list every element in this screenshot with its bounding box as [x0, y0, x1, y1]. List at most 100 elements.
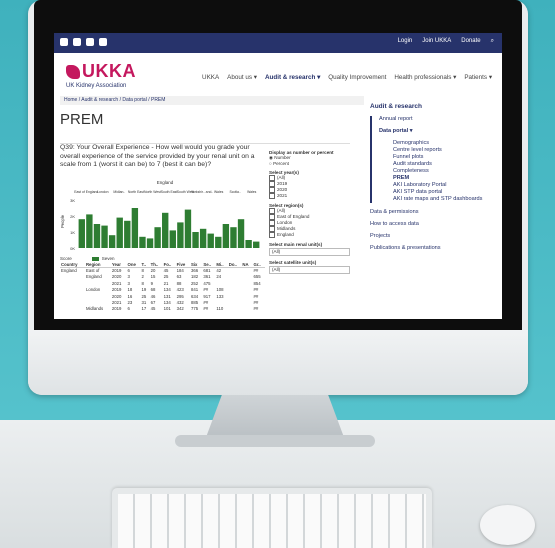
sidebar-subitem-prem[interactable]: PREM [393, 175, 495, 182]
main-nav: UKKA About us ▾ Audit & research ▾ Quali… [202, 74, 492, 81]
mouse [480, 505, 535, 545]
site-logo[interactable]: UKKA UK Kidney Association [66, 61, 136, 89]
chart-bar [237, 219, 245, 248]
sidebar-item-publications[interactable]: Publications & presentations [370, 245, 495, 251]
chart-bar [146, 238, 154, 248]
donate-link[interactable]: Donate [461, 38, 480, 45]
sidebar: Audit & research Annual report Data port… [370, 103, 495, 257]
table-cell [228, 268, 242, 275]
region-label: Wales [247, 190, 257, 194]
sidebar-subitem[interactable]: AKI rate maps and STP dashboards [393, 196, 495, 203]
chart-bar [184, 209, 192, 248]
legend-series: Seven [101, 256, 115, 261]
sidebar-subitem[interactable]: AKI STP data portal [393, 189, 495, 196]
table-cell: ## [253, 268, 259, 273]
chart-bar [139, 236, 146, 248]
instagram-icon[interactable] [86, 38, 94, 46]
region-label: Yorkshir.. and.. [191, 190, 213, 194]
nav-audit[interactable]: Audit & research ▾ [265, 74, 320, 81]
chart-bar [124, 220, 131, 248]
chart-bar [215, 236, 222, 248]
sidebar-subitem[interactable]: Funnel plots [393, 154, 495, 161]
table-cell: 6 [127, 268, 130, 273]
sidebar-subitem[interactable]: Completeness [393, 168, 495, 175]
region-label: North West [144, 190, 161, 194]
sidebar-item-annual-report[interactable]: Annual report [379, 116, 495, 122]
sidebar-item-data-portal[interactable]: Data portal ▾ [379, 128, 495, 134]
table-cell: 101 [163, 306, 171, 312]
nav-qi[interactable]: Quality Improvement [328, 74, 386, 81]
chart-bar [108, 235, 116, 248]
year-option[interactable]: 2021 [269, 193, 350, 200]
region-labels: East of EnglandLondon Midlan.. North East N… [74, 190, 256, 194]
display-percent-option[interactable]: ○ Percent [269, 161, 350, 167]
chart-bar [162, 212, 169, 248]
y-tick-label: 3K [70, 198, 75, 203]
table-cell: ## [253, 306, 259, 312]
keyboard-keys [118, 494, 426, 548]
search-icon[interactable]: ⌕ [491, 38, 494, 45]
table-cell: 42 [216, 268, 222, 273]
sidebar-subitem[interactable]: Audit standards [393, 161, 495, 168]
table-cell: 6 [127, 306, 130, 312]
nav-about[interactable]: About us ▾ [227, 74, 257, 81]
chart-region-header: England [157, 180, 174, 185]
breadcrumb[interactable]: Home / Audit & research / Data portal / … [60, 96, 364, 105]
table-cell: East of [85, 268, 100, 273]
table-cell: ## [203, 306, 209, 312]
linkedin-icon[interactable] [60, 38, 68, 46]
table-row: Midlands 2019 6 17 45 101 342 775 ## 110 ## [60, 306, 265, 312]
table-cell: 2019 [111, 306, 122, 312]
y-tick-label: 0K [70, 246, 75, 251]
data-table: Country Region Year One T.. Th.. Fo.. Five Six Se… [60, 262, 265, 313]
login-link[interactable]: Login [398, 38, 413, 45]
top-bar: Login Join UKKA Donate ⌕ [54, 33, 502, 53]
top-links: Login Join UKKA Donate ⌕ [398, 38, 494, 45]
chart-bar [93, 224, 101, 248]
table-cell: 342 [176, 306, 184, 312]
page-title: PREM [60, 111, 104, 128]
social-links [60, 38, 107, 46]
twitter-icon[interactable] [73, 38, 81, 46]
region-label: North East [128, 190, 144, 194]
nav-patients[interactable]: Patients ▾ [464, 74, 492, 81]
filter-panel: Display as number or percent ◉ Number ○ … [269, 146, 350, 275]
chart-bar [222, 224, 230, 248]
table-cell: 2019 [111, 268, 122, 273]
region-option[interactable]: England [269, 232, 350, 239]
y-tick-label: 1K [70, 230, 75, 235]
table-body: England East of 2019 6 8 20 45 184 366 681 42 ## Eng… [60, 268, 265, 313]
sidebar-subitem[interactable]: AKI Laboratory Portal [393, 182, 495, 189]
table-cell: 45 [150, 306, 156, 312]
sidebar-subitem[interactable]: Demographics [393, 140, 495, 147]
monitor-chin [28, 330, 528, 395]
table-cell: 110 [216, 306, 224, 312]
chart-bar [253, 241, 260, 248]
nav-health[interactable]: Health professionals ▾ [394, 74, 456, 81]
sidebar-title[interactable]: Audit & research [370, 103, 495, 110]
sidebar-item-permissions[interactable]: Data & permissions [370, 209, 495, 215]
chart-bar [177, 222, 184, 248]
chart-bar [230, 227, 237, 248]
chart-bar [116, 217, 123, 248]
satellite-unit-select[interactable]: (All) [269, 266, 350, 275]
sidebar-item-access[interactable]: How to access data [370, 221, 495, 227]
chart-bar [131, 208, 139, 248]
join-link[interactable]: Join UKKA [422, 38, 451, 45]
region-label: Wales [214, 190, 224, 194]
table-cell: Midlands [85, 306, 104, 312]
bar-chart: England East of EnglandLondon Midlan.. Nor… [60, 180, 260, 251]
logo-tagline: UK Kidney Association [66, 83, 127, 89]
main-unit-select[interactable]: (All) [269, 248, 350, 257]
region-label: East of England [74, 190, 98, 194]
sidebar-submenu: Demographics Centre level reports Funnel… [379, 140, 495, 203]
table-cell: 775 [190, 306, 199, 312]
youtube-icon[interactable] [99, 38, 107, 46]
region-label: Scotla.. [230, 190, 241, 194]
sidebar-item-projects[interactable]: Projects [370, 233, 495, 239]
table-row: England East of 2019 6 8 20 45 184 366 681 42 ## [60, 268, 265, 275]
chart-bar [78, 219, 85, 248]
sidebar-subitem[interactable]: Centre level reports [393, 147, 495, 154]
table-cell [60, 306, 85, 312]
nav-ukka[interactable]: UKKA [202, 74, 219, 81]
